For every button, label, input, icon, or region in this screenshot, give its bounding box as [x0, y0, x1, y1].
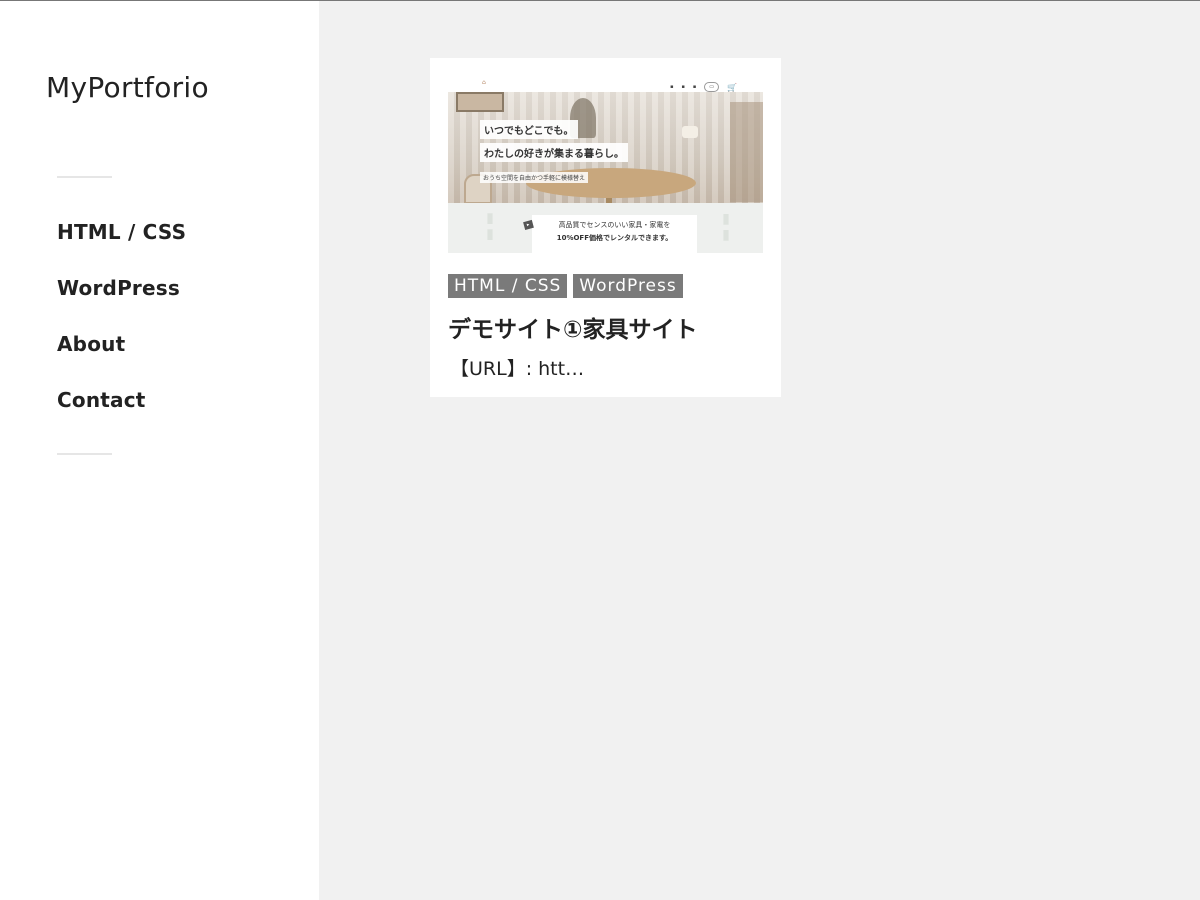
nav-item-about[interactable]: About — [57, 331, 186, 387]
tag-html-css[interactable]: HTML / CSS — [448, 274, 568, 298]
hero-copy: いつでもどこでも。 わたしの好きが集まる暮らし。 おうち空間を自由かつ手軽に模様… — [480, 119, 628, 184]
thumbnail-nav-dot: ▪ — [681, 84, 685, 90]
main-content: ⌂ ▪ ▪ ▪ ▭ 🛒 いつでもどこでも。 わたしの好きが集まる暮らし。 おうち… — [319, 1, 1200, 900]
cart-icon: 🛒 — [727, 82, 737, 92]
nav-item-wordpress[interactable]: WordPress — [57, 275, 186, 331]
thumbnail-header: ▪ ▪ ▪ ▭ 🛒 — [670, 82, 737, 92]
campaign-ribbon: ▸ — [523, 220, 534, 230]
nav-item-html-css[interactable]: HTML / CSS — [57, 219, 186, 275]
lamp — [682, 126, 698, 138]
thumbnail-hero-image: いつでもどこでも。 わたしの好きが集まる暮らし。 おうち空間を自由かつ手軽に模様… — [448, 92, 763, 203]
campaign-line-1: 高品質でセンスのいい家具・家電を — [558, 221, 671, 229]
post-thumbnail[interactable]: ⌂ ▪ ▪ ▪ ▭ 🛒 いつでもどこでも。 わたしの好きが集まる暮らし。 おうち… — [448, 76, 763, 253]
post-card[interactable]: ⌂ ▪ ▪ ▪ ▭ 🛒 いつでもどこでも。 わたしの好きが集まる暮らし。 おうち… — [430, 58, 781, 397]
divider-bottom — [57, 453, 112, 455]
campaign-line-2: 10%OFF価格でレンタルできます。 — [556, 234, 673, 242]
thumbnail-campaign-banner: ▮▮ ▮▮ ▸ 高品質でセンスのいい家具・家電を 10%OFF価格でレンタルでき… — [448, 203, 763, 253]
campaign-side-text-right: ▮▮ — [718, 211, 734, 243]
main-nav: HTML / CSS WordPress About Contact — [57, 219, 186, 443]
hero-line-1: いつでもどこでも。 — [480, 120, 578, 139]
tag-wordpress[interactable]: WordPress — [573, 274, 683, 298]
divider-top — [57, 176, 112, 178]
campaign-box: ▸ 高品質でセンスのいい家具・家電を 10%OFF価格でレンタルできます。 — [523, 215, 697, 253]
hero-line-2: わたしの好きが集まる暮らし。 — [480, 143, 628, 162]
thumbnail-nav-dot: ▪ — [670, 84, 674, 90]
thumbnail-login-button: ▭ — [704, 82, 720, 92]
nav-item-contact[interactable]: Contact — [57, 387, 186, 443]
post-tags: HTML / CSS WordPress — [448, 274, 683, 298]
shelf — [730, 102, 763, 202]
wall-frame — [456, 92, 504, 112]
campaign-side-text-left: ▮▮ — [482, 211, 498, 243]
site-title[interactable]: MyPortforio — [46, 71, 209, 104]
hero-subline: おうち空間を自由かつ手軽に模様替え — [480, 172, 589, 183]
thumbnail-nav-dot: ▪ — [692, 84, 697, 90]
sidebar: MyPortforio HTML / CSS WordPress About C… — [0, 1, 319, 900]
post-excerpt: 【URL】: htt… — [450, 358, 585, 380]
thumbnail-logo-icon: ⌂ — [482, 79, 486, 86]
post-title[interactable]: デモサイト①家具サイト — [448, 310, 697, 344]
